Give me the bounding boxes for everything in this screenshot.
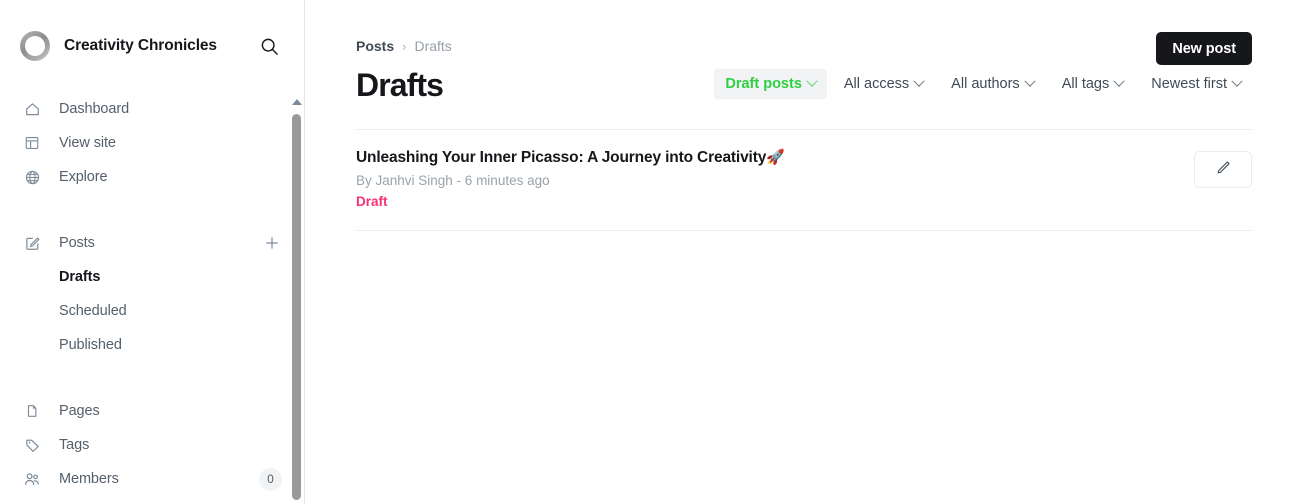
sidebar-item-tags[interactable]: Tags [0,428,304,462]
breadcrumb: Posts › Drafts [356,0,1252,54]
chevron-down-icon [1024,75,1036,87]
tag-icon [22,435,42,455]
chevron-down-icon [1113,75,1125,87]
filter-label: Newest first [1151,76,1227,92]
globe-icon [22,167,42,187]
brand[interactable]: Creativity Chronicles [20,31,254,61]
sidebar-item-label: View site [59,135,116,151]
app-root: Creativity Chronicles Dashboard View sit… [0,0,1294,504]
post-details: Unleashing Your Inner Picasso: A Journey… [356,148,1194,211]
post-byline: By Janhvi Singh - 6 minutes ago [356,173,550,188]
circle-ring-logo-icon [20,31,50,61]
pages-icon [22,401,42,421]
sidebar: Creativity Chronicles Dashboard View sit… [0,0,305,504]
sidebar-item-label: Explore [59,169,108,185]
sidebar-nav: Dashboard View site Explore Posts Drafts… [0,92,304,496]
page-title: Drafts [356,67,444,103]
sidebar-item-members[interactable]: Members 0 [0,462,304,496]
sidebar-header: Creativity Chronicles [0,0,304,92]
sidebar-item-label: Pages [59,403,100,419]
filter-bar: Draft posts All access All authors All t… [714,69,1252,103]
chevron-down-icon [806,75,818,87]
nav-group-posts: Posts Drafts Scheduled Published [0,226,304,362]
edit-post-button[interactable] [1194,151,1252,188]
plus-icon[interactable] [262,233,282,253]
nav-group-primary: Dashboard View site Explore [0,92,304,194]
filter-sort-order[interactable]: Newest first [1140,69,1252,99]
sidebar-item-explore[interactable]: Explore [0,160,304,194]
pencil-icon [1215,159,1232,181]
sidebar-item-label: Dashboard [59,101,130,117]
post-list: Unleashing Your Inner Picasso: A Journey… [356,129,1252,231]
sidebar-scrollbar[interactable] [290,96,303,504]
filter-access[interactable]: All access [833,69,934,99]
nav-group-secondary: Pages Tags Members 0 [0,394,304,496]
filter-label: All tags [1061,76,1110,92]
rocket-icon: 🚀 [766,149,785,166]
sidebar-item-label: Posts [59,235,95,251]
breadcrumb-posts[interactable]: Posts [356,38,394,54]
post-title[interactable]: Unleashing Your Inner Picasso: A Journey… [356,148,1194,168]
filter-label: All authors [951,76,1020,92]
filter-label: Draft posts [725,76,802,92]
sidebar-item-label: Members [59,471,119,487]
breadcrumb-drafts: Drafts [414,38,452,54]
status-badge: Draft [356,194,388,209]
filter-authors[interactable]: All authors [940,69,1045,99]
post-title-text: Unleashing Your Inner Picasso: A Journey… [356,149,767,166]
sidebar-item-published[interactable]: Published [0,328,304,362]
sidebar-item-dashboard[interactable]: Dashboard [0,92,304,126]
table-row[interactable]: Unleashing Your Inner Picasso: A Journey… [356,130,1252,231]
sidebar-item-label: Published [59,337,122,353]
sidebar-item-pages[interactable]: Pages [0,394,304,428]
search-icon[interactable] [254,31,284,61]
new-post-button[interactable]: New post [1156,32,1252,65]
filter-tags[interactable]: All tags [1051,69,1135,99]
scrollbar-thumb[interactable] [292,114,301,500]
sidebar-item-scheduled[interactable]: Scheduled [0,294,304,328]
sidebar-item-view-site[interactable]: View site [0,126,304,160]
caret-up-icon[interactable] [291,96,302,108]
sidebar-item-label: Scheduled [59,303,127,319]
chevron-down-icon [1231,75,1243,87]
sidebar-item-posts[interactable]: Posts [0,226,304,260]
filter-label: All access [843,76,910,92]
sidebar-item-label: Tags [59,437,90,453]
members-count-badge: 0 [259,467,282,491]
main-content: Posts › Drafts New post Drafts Draft pos… [305,0,1294,504]
breadcrumb-separator: › [402,38,407,54]
site-title: Creativity Chronicles [64,37,217,54]
filter-post-status[interactable]: Draft posts [714,69,827,99]
title-row: Drafts Draft posts All access All author… [356,63,1252,103]
sidebar-item-label: Drafts [59,269,101,285]
layout-icon [22,133,42,153]
chevron-down-icon [913,75,925,87]
pencil-square-icon [22,233,42,253]
members-icon [22,469,42,489]
sidebar-item-drafts[interactable]: Drafts [0,260,304,294]
home-icon [22,99,42,119]
